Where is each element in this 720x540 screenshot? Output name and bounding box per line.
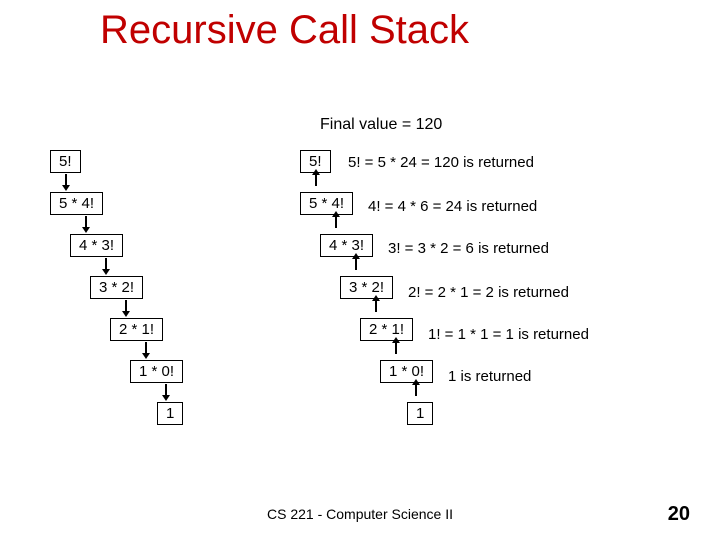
down-arrow-icon (145, 342, 147, 354)
right-box-3: 3 * 2! (340, 276, 393, 299)
slide-title: Recursive Call Stack (100, 8, 469, 53)
left-box-1: 5 * 4! (50, 192, 103, 215)
annotation-5: 1 is returned (448, 368, 531, 385)
up-arrow-icon (375, 300, 377, 312)
right-box-4: 2 * 1! (360, 318, 413, 341)
annotation-0: 5! = 5 * 24 = 120 is returned (348, 154, 534, 171)
left-box-5: 1 * 0! (130, 360, 183, 383)
left-box-2: 4 * 3! (70, 234, 123, 257)
annotation-1: 4! = 4 * 6 = 24 is returned (368, 198, 537, 215)
up-arrow-icon (395, 342, 397, 354)
annotation-4: 1! = 1 * 1 = 1 is returned (428, 326, 589, 343)
left-box-3: 3 * 2! (90, 276, 143, 299)
up-arrow-icon (415, 384, 417, 396)
left-box-4: 2 * 1! (110, 318, 163, 341)
down-arrow-icon (85, 216, 87, 228)
right-box-5: 1 * 0! (380, 360, 433, 383)
up-arrow-icon (315, 174, 317, 186)
down-arrow-icon (125, 300, 127, 312)
right-box-6: 1 (407, 402, 433, 425)
down-arrow-icon (65, 174, 67, 186)
up-arrow-icon (355, 258, 357, 270)
page-number: 20 (668, 503, 690, 526)
down-arrow-icon (165, 384, 167, 396)
down-arrow-icon (105, 258, 107, 270)
annotation-2: 3! = 3 * 2 = 6 is returned (388, 240, 549, 257)
right-box-1: 5 * 4! (300, 192, 353, 215)
up-arrow-icon (335, 216, 337, 228)
left-box-0: 5! (50, 150, 81, 173)
annotation-3: 2! = 2 * 1 = 2 is returned (408, 284, 569, 301)
final-value-label: Final value = 120 (320, 116, 442, 134)
right-box-2: 4 * 3! (320, 234, 373, 257)
footer-text: CS 221 - Computer Science II (0, 506, 720, 522)
left-box-6: 1 (157, 402, 183, 425)
